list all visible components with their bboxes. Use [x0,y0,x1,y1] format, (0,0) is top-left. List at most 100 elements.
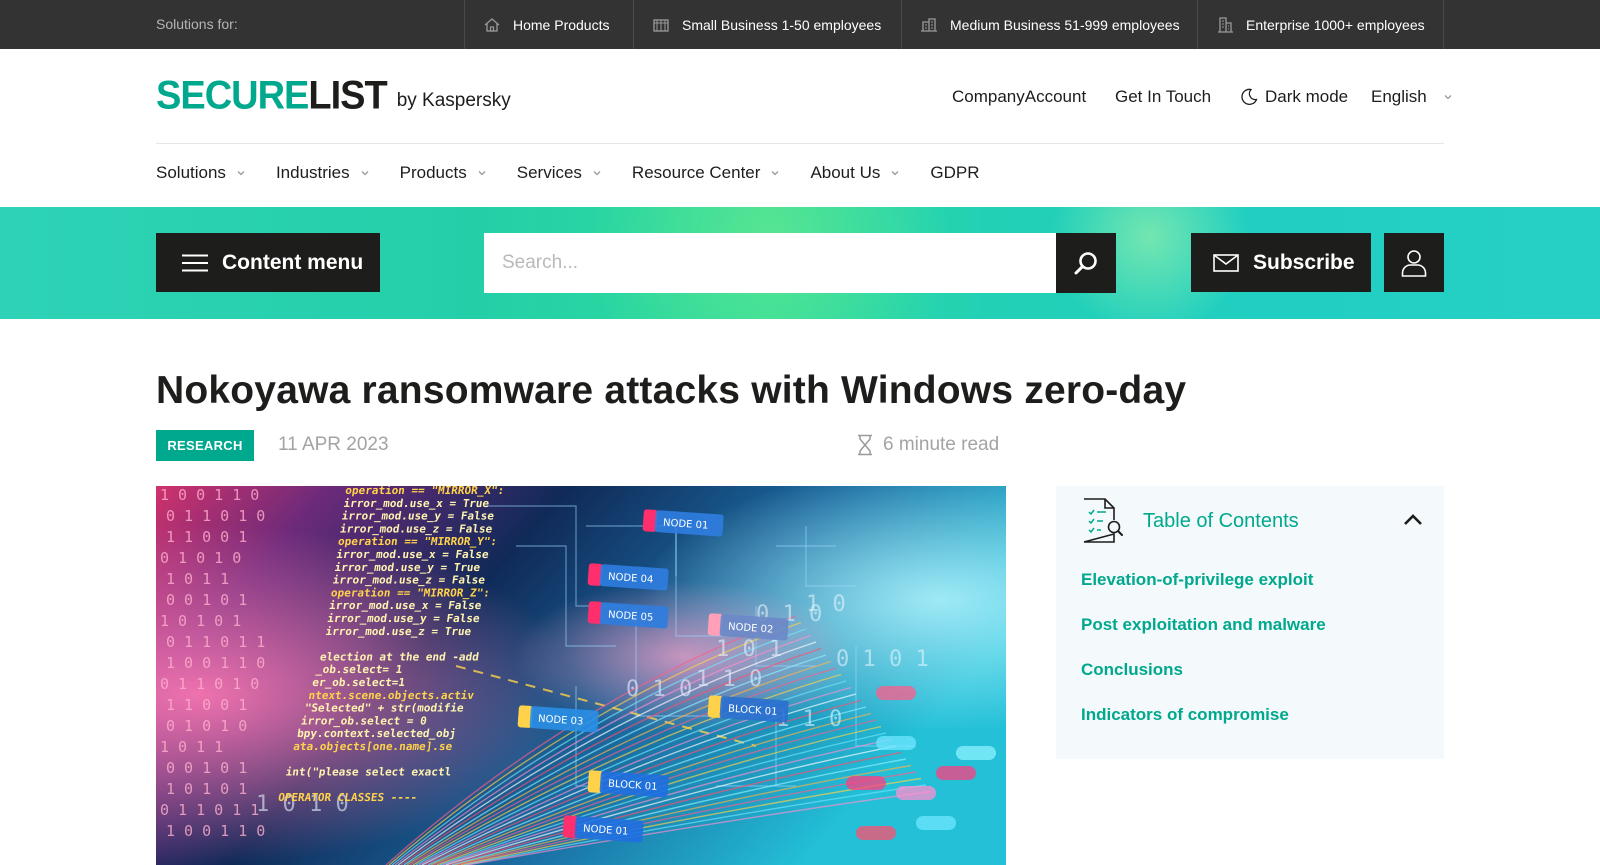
chevron-down-icon [237,171,245,176]
toc-header[interactable]: Table of Contents [1081,498,1299,544]
binary-digits: 0 1 1 0 1 0 [166,507,265,525]
chevron-down-icon [891,171,899,176]
main-nav: Solutions Industries Products Services R… [156,163,1010,183]
company-account-link[interactable]: CompanyAccount [952,87,1086,107]
segment-home-products[interactable]: Home Products [464,0,633,49]
binary-digits: 1 0 0 1 1 0 [166,822,265,840]
code-line: int("please select exactl [285,766,452,779]
table-of-contents: Table of Contents Elevation-of-privilege… [1056,486,1444,759]
account-button[interactable] [1384,233,1444,292]
toc-item[interactable]: Conclusions [1081,660,1326,705]
light-pill [956,746,996,760]
code-line: election at the end -add [319,650,480,663]
binary-digits: 0 1 0 [626,677,692,702]
toc-item[interactable]: Post exploitation and malware [1081,615,1326,660]
nav-item-solutions[interactable]: Solutions [156,163,246,183]
code-line: irror_mod.use_z = False [339,522,493,535]
code-line: irror_mod.use_z = True [325,625,473,638]
securelist-logo[interactable]: SECURELIST by Kaspersky [156,76,511,116]
moon-icon [1241,88,1258,105]
chevron-down-icon [478,171,486,176]
logo-list-text: LIST [308,73,387,119]
solutions-label: Solutions for: [156,16,238,32]
binary-digits: 1 0 0 1 1 0 [166,654,265,672]
article-title: Nokoyawa ransomware attacks with Windows… [156,369,1187,412]
tower-icon [1218,16,1233,33]
nav-item-gdpr[interactable]: GDPR [930,163,979,183]
nav-label: About Us [810,163,881,182]
envelope-icon [1213,253,1239,272]
binary-digits: 0 1 0 1 0 [166,717,247,735]
binary-digits: 1 0 0 1 1 0 [160,486,259,504]
code-line: OPERATOR CLASSES ---- [277,791,418,804]
binary-digits: 0 1 0 1 0 [160,549,241,567]
subscribe-button[interactable]: Subscribe [1191,233,1371,292]
logo-by-kaspersky: by Kaspersky [396,90,511,111]
code-line: irror_mod.use_z = False [332,574,486,587]
binary-digits: 1 0 1 0 1 [166,780,247,798]
read-time: 6 minute read [855,434,999,456]
category-badge[interactable]: RESEARCH [156,430,254,461]
nav-item-services[interactable]: Services [517,163,602,183]
page: Solutions for: Home Products Small Busin… [0,0,1600,865]
binary-digits: 1 0 1 [716,637,782,662]
light-pill [876,686,916,700]
search-icon [1074,252,1097,275]
code-line: irror_mod.use_y = True [334,561,482,574]
binary-digits: 1 1 0 [696,667,762,692]
binary-digits: 1 0 1 1 [166,570,229,588]
language-select[interactable]: English [1371,87,1453,107]
code-line: er_ob.select=1 [311,676,406,689]
segment-small-business[interactable]: Small Business 1-50 employees [633,0,901,49]
nav-item-about-us[interactable]: About Us [810,163,900,183]
code-line: operation == "MIRROR_Z": [330,586,491,599]
get-in-touch-link[interactable]: Get In Touch [1115,87,1211,107]
chevron-down-icon [1444,95,1452,100]
search-button[interactable] [1056,233,1116,293]
binary-digits: 1 0 1 0 1 [160,612,241,630]
hourglass-icon [858,434,872,456]
toc-item[interactable]: Indicators of compromise [1081,705,1326,750]
segment-enterprise[interactable]: Enterprise 1000+ employees [1197,0,1444,49]
nav-label: Solutions [156,163,226,182]
nav-item-products[interactable]: Products [400,163,487,183]
toc-list: Elevation-of-privilege exploit Post expl… [1081,570,1326,750]
toc-item[interactable]: Elevation-of-privilege exploit [1081,570,1326,615]
logo-secure-text: SECURE [156,73,309,119]
code-line: irror_mod.use_x = False [328,599,482,612]
toc-title: Table of Contents [1143,509,1299,532]
nav-item-resource-center[interactable]: Resource Center [632,163,781,183]
light-pill [916,816,956,830]
read-time-label: 6 minute read [883,434,1000,455]
binary-digits: 0 1 1 0 1 1 [166,633,265,651]
hero-illustration: 1 0 0 1 1 0 0 1 1 0 1 0 1 1 0 0 1 0 1 0 1 0… [156,486,1006,865]
nav-label: Industries [275,163,350,182]
code-line: _ob.select= 1 [315,663,403,676]
code-line: irror_mod.use_x = True [343,497,491,510]
code-line: ntext.scene.objects.activ [308,689,476,702]
user-icon [1401,249,1427,277]
binary-digits: 1 1 0 0 1 [166,528,247,546]
dark-mode-toggle[interactable]: Dark mode [1239,87,1348,107]
hamburger-icon [182,254,208,271]
chevron-up-icon[interactable] [1402,510,1424,530]
nav-label: Products [399,163,467,182]
segment-medium-business[interactable]: Medium Business 51-999 employees [901,0,1197,49]
content-menu-button[interactable]: Content menu [156,233,380,292]
code-line: operation == "MIRROR_X": [344,486,505,497]
shop-icon [653,18,669,32]
search-input[interactable] [484,233,1056,293]
segment-label: Small Business 1-50 employees [682,16,882,33]
language-label: English [1371,87,1427,106]
segment-label: Enterprise 1000+ employees [1246,16,1425,33]
chevron-down-icon [361,171,369,176]
hero-image: 1 0 0 1 1 0 0 1 1 0 1 0 1 1 0 0 1 0 1 0 1 0… [156,486,1006,865]
code-line: irror_mod.use_y = False [341,510,495,523]
code-line: "Selected" + str(modifie [304,702,465,715]
nav-label: GDPR [930,163,980,182]
code-line: bpy.context.selected_obj [296,727,457,740]
nav-item-industries[interactable]: Industries [276,163,370,183]
publish-date: 11 APR 2023 [278,434,389,455]
light-pill [876,736,916,750]
binary-digits: 1 0 [806,592,846,617]
